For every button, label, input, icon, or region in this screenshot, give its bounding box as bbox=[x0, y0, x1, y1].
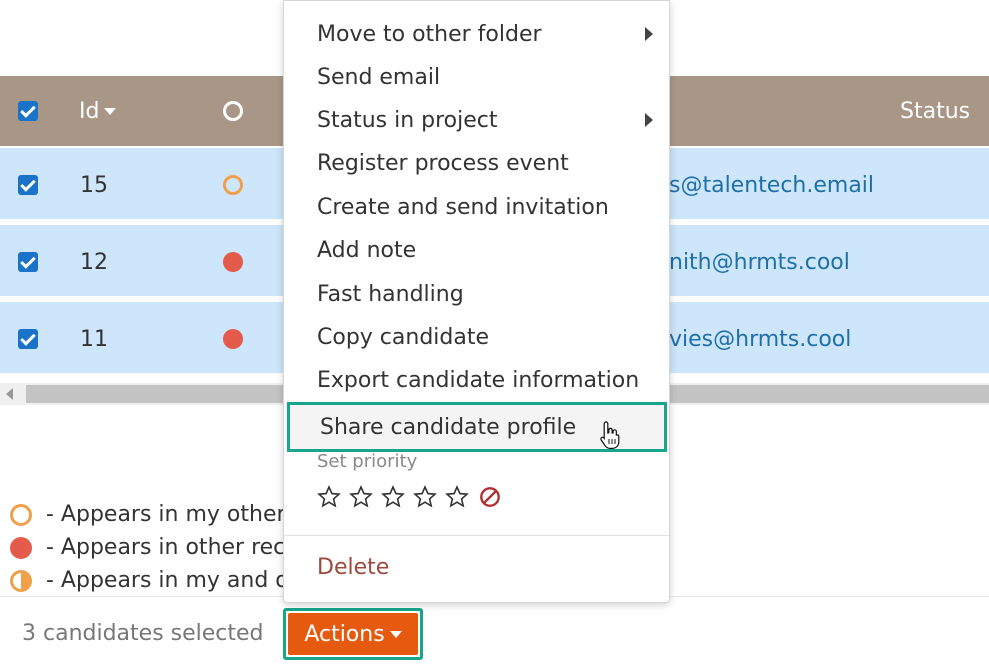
menu-item-copy-candidate[interactable]: Copy candidate bbox=[284, 316, 669, 358]
marker-column-header bbox=[223, 76, 243, 146]
submenu-arrow-icon bbox=[645, 113, 653, 127]
set-priority-label: Set priority bbox=[317, 451, 418, 472]
menu-item-label: Share candidate profile bbox=[320, 414, 577, 440]
star-icon[interactable] bbox=[317, 485, 341, 509]
actions-button[interactable]: Actions bbox=[288, 613, 418, 655]
legend-item: - Appears in my and o bbox=[10, 564, 289, 597]
selected-count-text: 3 candidates selected bbox=[22, 621, 264, 646]
row-id: 12 bbox=[80, 249, 108, 275]
marker-legend: - Appears in my other - Appears in other… bbox=[10, 498, 289, 597]
star-icon[interactable] bbox=[349, 485, 373, 509]
legend-text: - Appears in my and o bbox=[46, 568, 289, 593]
legend-text: - Appears in other rec bbox=[46, 535, 286, 560]
select-all-cell bbox=[18, 76, 38, 146]
page: Id Status 15 s@talentech.email 12 nith@h… bbox=[0, 0, 989, 669]
star-icon[interactable] bbox=[413, 485, 437, 509]
menu-item-register-process-event[interactable]: Register process event bbox=[284, 142, 669, 184]
row-id: 11 bbox=[80, 326, 108, 352]
filled-marker-icon bbox=[10, 536, 32, 559]
menu-item-status-in-project[interactable]: Status in project bbox=[284, 99, 669, 141]
menu-item-send-email[interactable]: Send email bbox=[284, 56, 669, 98]
scroll-left-arrow-icon[interactable] bbox=[6, 388, 13, 400]
clear-priority-icon[interactable] bbox=[479, 486, 501, 508]
menu-item-label: Add note bbox=[317, 237, 417, 263]
status-column-label: Status bbox=[900, 98, 971, 124]
select-all-checkbox[interactable] bbox=[18, 101, 38, 121]
half-marker-icon bbox=[10, 569, 32, 592]
row-id: 15 bbox=[80, 172, 108, 198]
appears-in-other-icon bbox=[223, 329, 243, 349]
legend-item: - Appears in other rec bbox=[10, 531, 289, 564]
star-icon[interactable] bbox=[381, 485, 405, 509]
actions-button-focus-ring: Actions bbox=[283, 608, 423, 660]
selection-footer: 3 candidates selected Actions bbox=[0, 596, 989, 669]
menu-item-label: Send email bbox=[317, 64, 441, 90]
menu-divider bbox=[284, 535, 669, 536]
appears-in-my-other-icon bbox=[223, 175, 243, 195]
sort-caret-icon bbox=[104, 107, 117, 115]
menu-item-label: Create and send invitation bbox=[317, 194, 609, 220]
menu-item-label: Register process event bbox=[317, 150, 569, 176]
hand-cursor-icon bbox=[600, 421, 620, 449]
actions-button-label: Actions bbox=[304, 621, 385, 647]
menu-item-label: Move to other folder bbox=[317, 21, 542, 47]
chevron-down-icon bbox=[389, 630, 402, 638]
menu-item-add-note[interactable]: Add note bbox=[284, 229, 669, 271]
menu-item-label: Export candidate information bbox=[317, 367, 640, 393]
menu-item-label: Copy candidate bbox=[317, 324, 490, 350]
star-icon[interactable] bbox=[445, 485, 469, 509]
row-email[interactable]: nith@hrmts.cool bbox=[669, 225, 850, 299]
row-checkbox[interactable] bbox=[18, 329, 38, 349]
priority-stars bbox=[317, 485, 501, 509]
row-checkbox[interactable] bbox=[18, 252, 38, 272]
row-checkbox[interactable] bbox=[18, 175, 38, 195]
menu-item-label: Status in project bbox=[317, 107, 498, 133]
menu-item-move-to-other-folder[interactable]: Move to other folder bbox=[284, 13, 669, 55]
menu-item-label: Fast handling bbox=[317, 281, 464, 307]
menu-item-fast-handling[interactable]: Fast handling bbox=[284, 273, 669, 315]
id-column-label: Id bbox=[79, 98, 100, 124]
status-column-header[interactable]: Status bbox=[900, 76, 970, 146]
row-email[interactable]: s@talentech.email bbox=[669, 148, 874, 222]
menu-item-delete[interactable]: Delete bbox=[317, 555, 389, 580]
ring-marker-icon bbox=[10, 503, 32, 526]
row-email[interactable]: vies@hrmts.cool bbox=[669, 302, 851, 376]
appears-in-other-icon bbox=[223, 252, 243, 272]
menu-item-create-and-send-invitation[interactable]: Create and send invitation bbox=[284, 186, 669, 228]
id-column-header[interactable]: Id bbox=[79, 76, 117, 146]
submenu-arrow-icon bbox=[645, 27, 653, 41]
circle-icon bbox=[223, 101, 243, 121]
legend-text: - Appears in my other bbox=[46, 502, 286, 527]
actions-menu: Move to other folder Send email Status i… bbox=[283, 0, 670, 603]
legend-item: - Appears in my other bbox=[10, 498, 289, 531]
menu-item-export-candidate-information[interactable]: Export candidate information bbox=[284, 359, 669, 401]
